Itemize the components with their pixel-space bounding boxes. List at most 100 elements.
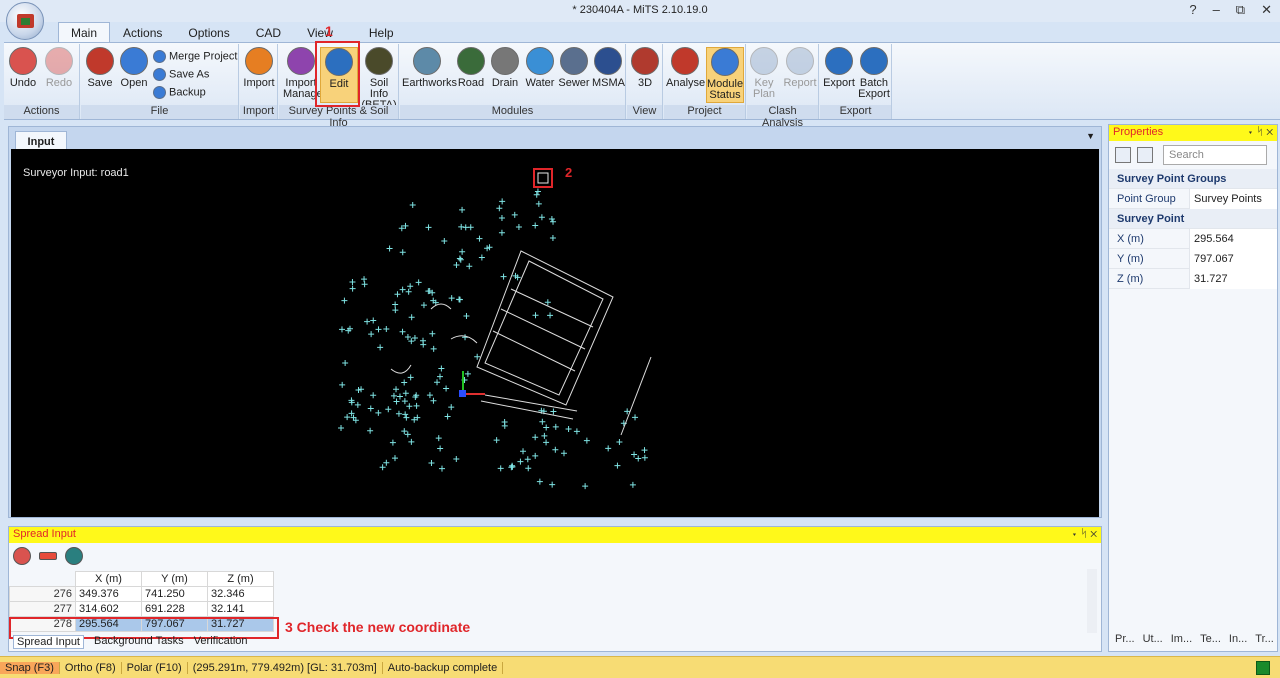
- step-2-highlight: [533, 168, 553, 188]
- analyse-button[interactable]: Analyse: [666, 47, 705, 89]
- ortho-toggle[interactable]: Ortho (F8): [60, 661, 122, 674]
- tab-background-tasks[interactable]: Background Tasks: [94, 635, 184, 649]
- remove-row-icon[interactable]: [39, 552, 57, 560]
- minimize-button[interactable]: –: [1213, 2, 1220, 18]
- road-line: [480, 400, 574, 420]
- report-button[interactable]: Report: [783, 47, 817, 89]
- group-label-survey: Survey Points & Soil Info: [279, 105, 398, 129]
- survey-point-marker: [493, 437, 500, 444]
- alphabetical-icon[interactable]: [1137, 147, 1153, 163]
- property-z[interactable]: Z (m) 31.727: [1109, 269, 1277, 289]
- category-survey-point[interactable]: Survey Point: [1109, 209, 1277, 229]
- property-y[interactable]: Y (m) 797.067: [1109, 249, 1277, 269]
- survey-point-marker: [500, 273, 507, 280]
- batch-export-button[interactable]: Batch Export: [858, 47, 890, 100]
- tab-spread-input[interactable]: Spread Input: [13, 635, 84, 649]
- tab-properties[interactable]: Pr...: [1115, 633, 1135, 645]
- survey-point-marker: [515, 223, 522, 230]
- import-manager-button[interactable]: Import Manager: [283, 47, 326, 100]
- restore-button[interactable]: ⧉: [1236, 2, 1245, 18]
- table-row[interactable]: 277 314.602 691.228 32.141: [9, 601, 274, 617]
- category-survey-point-groups[interactable]: Survey Point Groups: [1109, 169, 1277, 189]
- close-button[interactable]: ✕: [1261, 2, 1272, 18]
- ucs-axis-icon: [459, 371, 485, 397]
- table-row[interactable]: 276 349.376 741.250 32.346: [9, 586, 274, 602]
- survey-point-marker: [402, 411, 409, 418]
- add-row-icon[interactable]: [13, 547, 31, 565]
- 3d-icon: [631, 47, 659, 75]
- snap-toggle[interactable]: Snap (F3): [0, 661, 60, 674]
- tab-actions[interactable]: Actions: [110, 22, 175, 42]
- survey-point-marker: [406, 403, 413, 410]
- survey-point-marker: [552, 446, 559, 453]
- help-button[interactable]: ?: [1189, 2, 1196, 18]
- column-header-x[interactable]: X (m): [75, 571, 142, 587]
- cell-y[interactable]: 741.250: [141, 586, 208, 602]
- column-header-y[interactable]: Y (m): [141, 571, 208, 587]
- backup-button[interactable]: Backup: [153, 86, 206, 99]
- group-export: Export Batch Export Export: [820, 44, 892, 119]
- selected-point-marker[interactable]: [537, 172, 549, 184]
- earthworks-button[interactable]: Earthworks: [402, 47, 457, 89]
- road-button[interactable]: Road: [456, 47, 486, 89]
- survey-point-marker: [413, 402, 420, 409]
- survey-point-marker: [364, 318, 371, 325]
- tab-info[interactable]: In...: [1229, 633, 1247, 645]
- drain-button[interactable]: Drain: [490, 47, 520, 89]
- tab-help[interactable]: Help: [346, 22, 407, 42]
- survey-point-marker: [549, 481, 556, 488]
- import-button[interactable]: Import: [242, 47, 276, 89]
- document-menu-icon[interactable]: ▼: [1086, 131, 1095, 141]
- view-3d-button[interactable]: 3D: [630, 47, 660, 89]
- open-button[interactable]: Open: [119, 47, 149, 89]
- property-x[interactable]: X (m) 295.564: [1109, 229, 1277, 249]
- tab-verification[interactable]: Verification: [194, 635, 248, 649]
- tab-templates[interactable]: Te...: [1200, 633, 1221, 645]
- property-point-group[interactable]: Point Group Survey Points: [1109, 189, 1277, 209]
- sewer-button[interactable]: Sewer: [558, 47, 590, 89]
- tab-options[interactable]: Options: [175, 22, 242, 42]
- survey-point-marker: [428, 459, 435, 466]
- key-plan-button[interactable]: Key Plan: [749, 47, 779, 100]
- columns-icon[interactable]: [65, 547, 83, 565]
- redo-button[interactable]: Redo: [44, 47, 74, 89]
- survey-point-marker: [456, 296, 463, 303]
- panel-controls[interactable]: ▾ ᛋ ✕: [1247, 126, 1273, 138]
- cell-z[interactable]: 32.141: [207, 601, 274, 617]
- column-header-z[interactable]: Z (m): [207, 571, 274, 587]
- tab-cad[interactable]: CAD: [243, 22, 294, 42]
- polar-toggle[interactable]: Polar (F10): [122, 661, 188, 674]
- survey-point-marker: [632, 414, 639, 421]
- cell-x[interactable]: 314.602: [75, 601, 142, 617]
- water-button[interactable]: Water: [524, 47, 556, 89]
- tab-tree[interactable]: Tr...: [1255, 633, 1274, 645]
- group-clash: Key Plan Report Clash Analysis: [747, 44, 819, 129]
- survey-point-marker: [511, 211, 518, 218]
- cad-canvas[interactable]: Surveyor Input: road1 2: [11, 149, 1099, 517]
- export-button[interactable]: Export: [822, 47, 856, 89]
- spread-panel-title: Spread Input ▾ ᛋ ✕: [9, 527, 1101, 543]
- vertical-scrollbar[interactable]: [1087, 569, 1097, 633]
- merge-project-button[interactable]: Merge Project: [153, 50, 237, 63]
- cell-y[interactable]: 691.228: [141, 601, 208, 617]
- survey-point-marker: [520, 448, 527, 455]
- module-status-button[interactable]: Module Status: [706, 47, 744, 103]
- save-as-button[interactable]: Save As: [153, 68, 209, 81]
- cell-z[interactable]: 32.346: [207, 586, 274, 602]
- categorized-icon[interactable]: [1115, 147, 1131, 163]
- panel-controls[interactable]: ▾ ᛋ ✕: [1071, 528, 1097, 540]
- tab-utilities[interactable]: Ut...: [1143, 633, 1163, 645]
- properties-search-input[interactable]: Search: [1163, 145, 1267, 165]
- cell-x[interactable]: 349.376: [75, 586, 142, 602]
- report-icon: [786, 47, 814, 75]
- tab-main[interactable]: Main: [58, 22, 111, 43]
- survey-point-marker: [375, 409, 382, 416]
- tab-import[interactable]: Im...: [1171, 633, 1192, 645]
- tab-input[interactable]: Input: [15, 131, 67, 151]
- soil-info-button[interactable]: Soil Info (BETA): [361, 47, 397, 111]
- undo-button[interactable]: Undo: [8, 47, 38, 89]
- spread-input-panel: Spread Input ▾ ᛋ ✕ X (m) Y (m) Z (m) 276 …: [8, 526, 1102, 652]
- tab-view[interactable]: View: [294, 22, 346, 42]
- save-button[interactable]: Save: [85, 47, 115, 89]
- msma-button[interactable]: MSMA: [592, 47, 625, 89]
